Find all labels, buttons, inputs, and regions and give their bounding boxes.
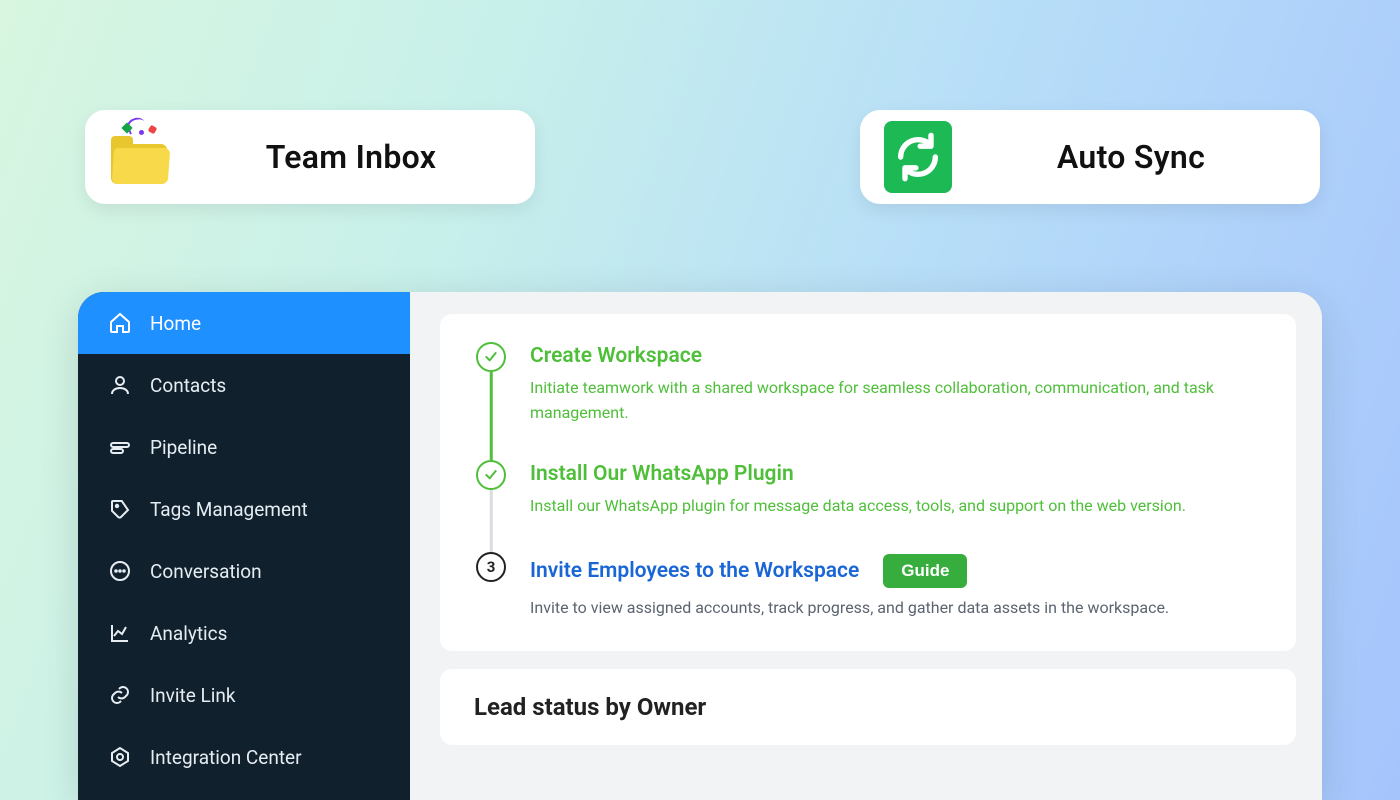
- sidebar-item-label: Home: [150, 312, 201, 335]
- sidebar-item-conversation[interactable]: Conversation: [78, 540, 410, 602]
- lead-status-card: Lead status by Owner: [440, 669, 1296, 745]
- step-title: Create Workspace: [530, 344, 1262, 368]
- sidebar-item-label: Conversation: [150, 560, 262, 583]
- sidebar-item-tags[interactable]: Tags Management: [78, 478, 410, 540]
- sidebar: Home Contacts Pipeline Tags Management C…: [78, 292, 410, 800]
- sidebar-item-label: Integration Center: [150, 746, 302, 769]
- tag-icon: [108, 497, 132, 521]
- sidebar-item-label: Analytics: [150, 622, 227, 645]
- sidebar-item-contacts[interactable]: Contacts: [78, 354, 410, 416]
- sidebar-item-label: Contacts: [150, 374, 226, 397]
- step-description: Install our WhatsApp plugin for message …: [530, 494, 1262, 519]
- sidebar-item-label: Pipeline: [150, 436, 217, 459]
- feature-card-auto-sync: Auto Sync: [860, 110, 1320, 204]
- sidebar-item-label: Invite Link: [150, 684, 235, 707]
- onboarding-step-1: Create Workspace Initiate teamwork with …: [474, 342, 1262, 426]
- link-icon: [108, 683, 132, 707]
- main-content: Create Workspace Initiate teamwork with …: [410, 292, 1322, 800]
- step-description: Invite to view assigned accounts, track …: [530, 596, 1262, 621]
- sidebar-item-analytics[interactable]: Analytics: [78, 602, 410, 664]
- sidebar-item-home[interactable]: Home: [78, 292, 410, 354]
- feature-label-team-inbox: Team Inbox: [207, 138, 495, 176]
- home-icon: [108, 311, 132, 335]
- step-number-badge: 3: [476, 552, 506, 582]
- check-icon: [476, 460, 506, 490]
- onboarding-card: Create Workspace Initiate teamwork with …: [440, 314, 1296, 651]
- onboarding-step-3: 3 Invite Employees to the Workspace Guid…: [474, 552, 1262, 621]
- sidebar-item-pipeline[interactable]: Pipeline: [78, 416, 410, 478]
- auto-sync-icon: [884, 128, 952, 186]
- app-frame: Home Contacts Pipeline Tags Management C…: [78, 292, 1322, 800]
- onboarding-step-2: Install Our WhatsApp Plugin Install our …: [474, 460, 1262, 519]
- contacts-icon: [108, 373, 132, 397]
- sidebar-item-invite-link[interactable]: Invite Link: [78, 664, 410, 726]
- step-title: Install Our WhatsApp Plugin: [530, 462, 1262, 486]
- step-title-text: Invite Employees to the Workspace: [530, 559, 859, 583]
- check-icon: [476, 342, 506, 372]
- section-title: Lead status by Owner: [474, 693, 1262, 721]
- feature-card-team-inbox: Team Inbox: [85, 110, 535, 204]
- pipeline-icon: [108, 435, 132, 459]
- sidebar-item-integration[interactable]: Integration Center: [78, 726, 410, 788]
- team-inbox-icon: [109, 128, 177, 186]
- sidebar-item-label: Tags Management: [150, 498, 308, 521]
- feature-label-auto-sync: Auto Sync: [982, 138, 1280, 176]
- step-description: Initiate teamwork with a shared workspac…: [530, 376, 1262, 426]
- step-title: Invite Employees to the Workspace Guide: [530, 554, 1262, 588]
- integration-icon: [108, 745, 132, 769]
- analytics-icon: [108, 621, 132, 645]
- guide-button[interactable]: Guide: [883, 554, 967, 588]
- conversation-icon: [108, 559, 132, 583]
